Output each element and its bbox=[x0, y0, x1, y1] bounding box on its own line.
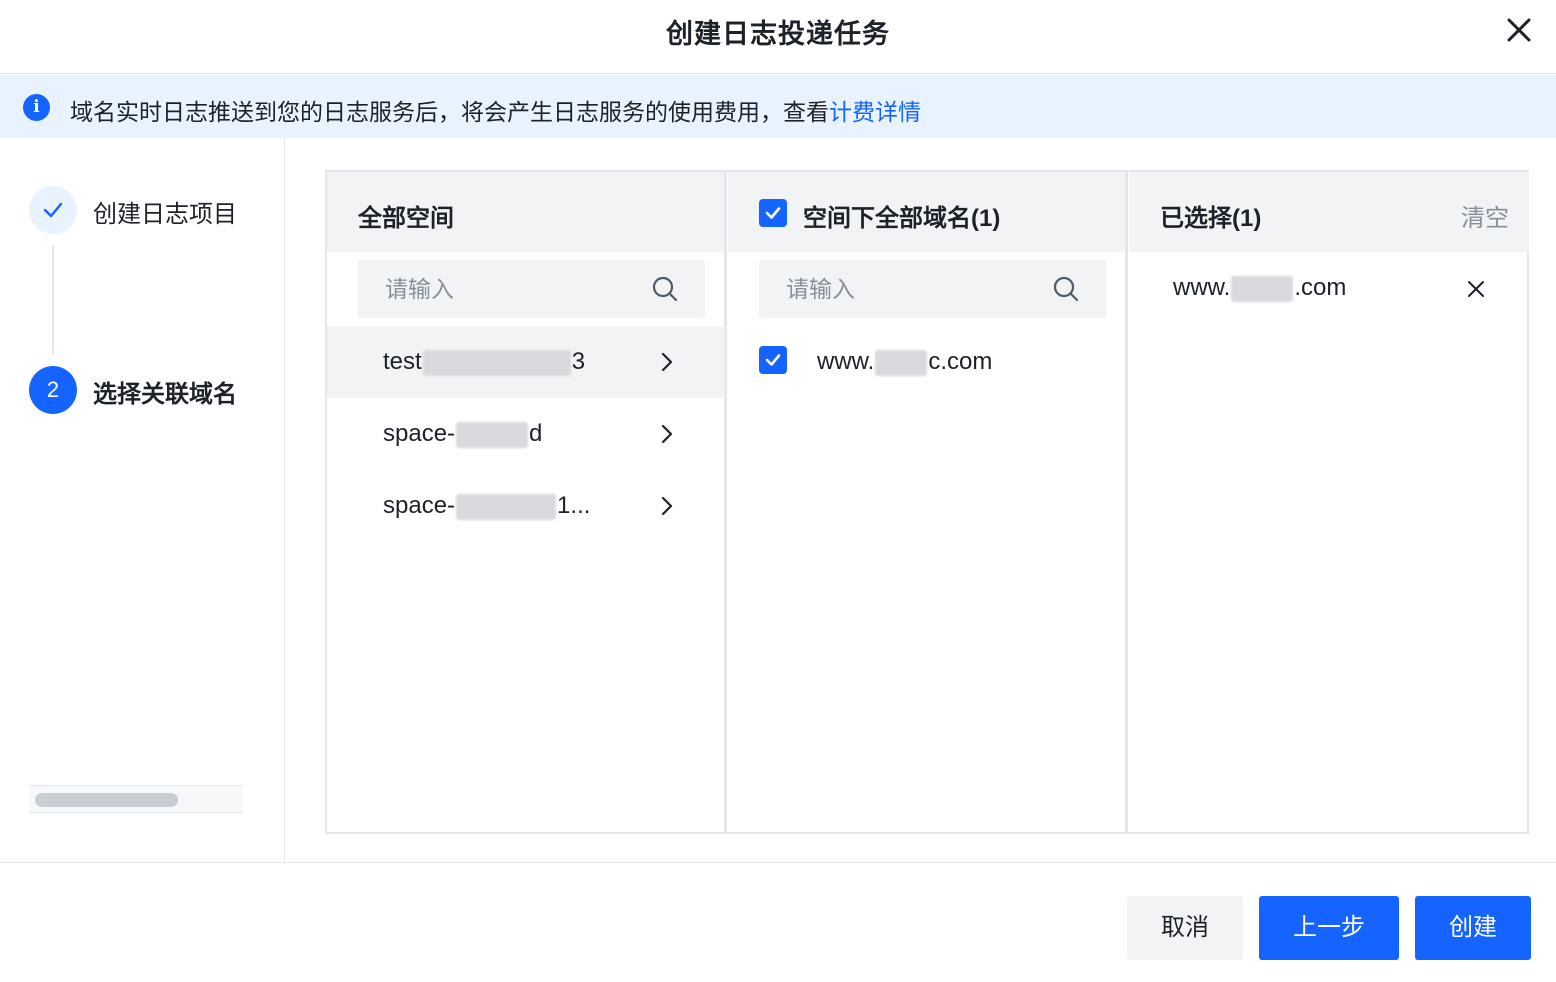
domains-search-input[interactable] bbox=[759, 260, 1049, 318]
selected-item: www. .com bbox=[1129, 254, 1527, 326]
check-icon bbox=[43, 202, 63, 218]
clear-button[interactable]: 清空 bbox=[1461, 198, 1509, 233]
check-icon bbox=[765, 354, 781, 366]
domain-item[interactable]: www. c.com bbox=[728, 326, 1126, 398]
selected-item-label: www. .com bbox=[1173, 274, 1346, 302]
space-name-suffix: d bbox=[529, 420, 543, 447]
horizontal-scrollbar[interactable] bbox=[29, 785, 243, 813]
selected-title: 已选择(1) bbox=[1160, 205, 1262, 232]
domain-transfer: 全部空间 test3 space-d space-1... 空间下全部域 bbox=[325, 170, 1529, 834]
space-item-label: space- 1... bbox=[383, 492, 590, 520]
select-all-checkbox[interactable] bbox=[759, 199, 787, 227]
redacted-text bbox=[456, 493, 557, 520]
spaces-column: 全部空间 test 3 space-d space- 1... bbox=[327, 172, 727, 832]
redacted-text bbox=[875, 349, 928, 376]
space-item-label: test 3 bbox=[383, 348, 585, 376]
redacted-text bbox=[422, 349, 571, 376]
space-name-prefix: test bbox=[383, 348, 422, 375]
step-1-label: 创建日志项目 bbox=[93, 201, 237, 228]
check-icon bbox=[765, 207, 781, 219]
space-item[interactable]: space-d bbox=[327, 398, 725, 470]
steps-panel: 创建日志项目 2 选择关联域名 bbox=[0, 138, 285, 862]
domains-search bbox=[759, 260, 1106, 318]
search-icon[interactable] bbox=[652, 276, 678, 302]
domains-column: 空间下全部域名(1) www. c.com bbox=[728, 172, 1128, 832]
close-icon[interactable] bbox=[1503, 14, 1535, 46]
redacted-text bbox=[1231, 275, 1294, 302]
chevron-right-icon bbox=[661, 352, 673, 372]
remove-icon[interactable] bbox=[1465, 278, 1487, 300]
domain-prefix: www. bbox=[817, 348, 875, 375]
space-item-label: space-d bbox=[383, 420, 542, 448]
previous-step-button[interactable]: 上一步 bbox=[1259, 896, 1399, 960]
domains-header: 空间下全部域名(1) bbox=[728, 172, 1125, 252]
chevron-right-icon bbox=[661, 496, 673, 516]
step-2-label: 选择关联域名 bbox=[93, 381, 237, 408]
domains-title: 空间下全部域名(1) bbox=[803, 205, 1001, 232]
domain-suffix: c.com bbox=[928, 348, 993, 375]
selected-column: 已选择(1) 清空 www. .com bbox=[1129, 172, 1529, 832]
domain-item-label: www. c.com bbox=[817, 348, 992, 376]
domain-checkbox[interactable] bbox=[759, 346, 787, 374]
billing-notice: i 域名实时日志推送到您的日志服务后，将会产生日志服务的使用费用，查看计费详情 bbox=[0, 75, 1556, 138]
billing-details-link[interactable]: 计费详情 bbox=[829, 99, 921, 125]
spaces-header: 全部空间 bbox=[327, 172, 724, 252]
redacted-text bbox=[456, 421, 529, 448]
footer-divider bbox=[0, 862, 1556, 863]
space-name-prefix: space- bbox=[383, 492, 456, 519]
notice-message: 域名实时日志推送到您的日志服务后，将会产生日志服务的使用费用，查看 bbox=[70, 99, 829, 125]
space-item[interactable]: test 3 bbox=[327, 326, 725, 398]
cancel-button[interactable]: 取消 bbox=[1127, 896, 1243, 960]
scrollbar-thumb[interactable] bbox=[35, 793, 178, 807]
step-connector bbox=[52, 246, 54, 354]
chevron-right-icon bbox=[661, 424, 673, 444]
space-item[interactable]: space- 1... bbox=[327, 470, 725, 542]
selected-header: 已选择(1) 清空 bbox=[1129, 172, 1529, 252]
dialog-title: 创建日志投递任务 bbox=[666, 19, 890, 49]
step-2-circle: 2 bbox=[29, 366, 77, 414]
selected-suffix: .com bbox=[1294, 274, 1347, 301]
create-button[interactable]: 创建 bbox=[1415, 896, 1531, 960]
spaces-title: 全部空间 bbox=[358, 205, 454, 232]
spaces-search bbox=[358, 260, 705, 318]
selected-prefix: www. bbox=[1173, 274, 1231, 301]
space-name-prefix: space- bbox=[383, 420, 456, 447]
dialog-header: 创建日志投递任务 bbox=[0, 0, 1556, 74]
info-icon: i bbox=[23, 94, 50, 121]
notice-text: 域名实时日志推送到您的日志服务后，将会产生日志服务的使用费用，查看计费详情 bbox=[70, 93, 921, 127]
space-name-suffix: 3 bbox=[571, 348, 586, 375]
space-name-suffix: 1... bbox=[557, 492, 591, 519]
search-icon[interactable] bbox=[1053, 276, 1079, 302]
step-1-circle bbox=[29, 186, 77, 234]
spaces-search-input[interactable] bbox=[358, 260, 648, 318]
